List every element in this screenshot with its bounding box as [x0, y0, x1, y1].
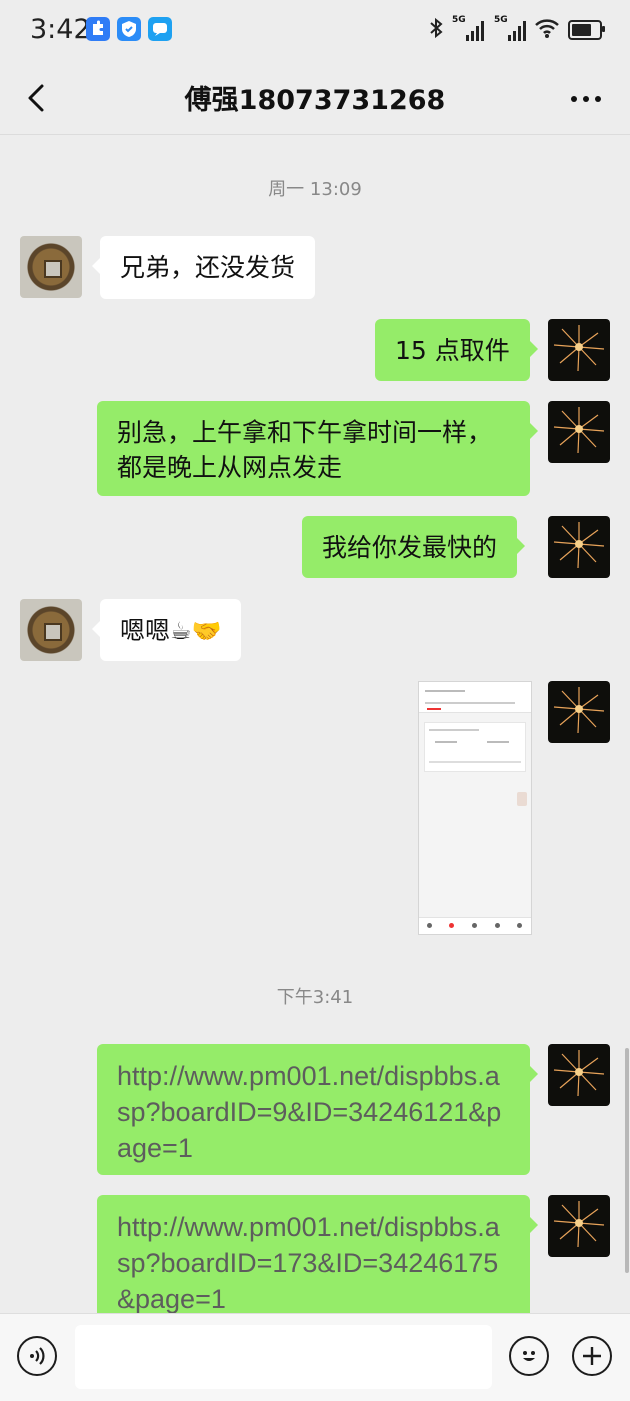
image-message-thumbnail[interactable]	[418, 681, 532, 935]
my-avatar[interactable]	[548, 516, 610, 578]
my-avatar[interactable]	[548, 1044, 610, 1106]
scrollbar[interactable]	[625, 1048, 629, 1273]
shield-app-icon	[117, 17, 141, 41]
add-attachment-button[interactable]	[572, 1336, 612, 1376]
signal-icon: 5G	[494, 15, 526, 41]
battery-icon	[568, 20, 605, 40]
message-input[interactable]	[75, 1325, 492, 1389]
my-avatar[interactable]	[548, 1195, 610, 1257]
message-text: 嗯嗯	[120, 616, 171, 645]
voice-input-button[interactable]	[17, 1336, 57, 1376]
message-text-line: 都是晚上从网点发走	[117, 453, 343, 482]
bluetooth-icon	[428, 16, 444, 44]
input-bar	[0, 1313, 630, 1401]
more-options-button[interactable]	[568, 84, 604, 114]
chat-title: 傅强18073731268	[184, 85, 446, 116]
coffee-handshake-emoji-icon: ☕🤝	[170, 617, 222, 645]
emoji-button[interactable]	[509, 1336, 549, 1376]
message-bubble[interactable]: 兄弟，还没发货	[91, 236, 316, 299]
message-bubble[interactable]: 别急，上午拿和下午拿时间一样， 都是晚上从网点发走	[97, 401, 538, 496]
chat-header: 傅强18073731268	[0, 62, 630, 135]
wifi-icon	[534, 17, 560, 43]
signal-icon: 5G	[452, 15, 484, 41]
link-message-bubble[interactable]: http://www.pm001.net/dispbbs.asp?boardID…	[97, 1195, 538, 1313]
puzzle-app-icon	[86, 17, 110, 41]
message-bubble[interactable]: 我给你发最快的	[302, 516, 526, 578]
link-message-bubble[interactable]: http://www.pm001.net/dispbbs.asp?boardID…	[97, 1044, 538, 1175]
message-list[interactable]: 周一 13:09 兄弟，还没发货 15 点取件 别急，上午拿和下午拿时间一样， …	[0, 135, 630, 1313]
status-time: 3:42	[30, 14, 91, 45]
contact-avatar[interactable]	[20, 236, 82, 298]
my-avatar[interactable]	[548, 401, 610, 463]
message-bubble[interactable]: 15 点取件	[375, 319, 538, 381]
message-text-line: 别急，上午拿和下午拿时间一样，	[117, 418, 493, 447]
message-app-icon	[148, 17, 172, 41]
message-timestamp: 周一 13:09	[268, 179, 362, 200]
my-avatar[interactable]	[548, 681, 610, 743]
status-bar: 3:42 5G 5G	[0, 0, 630, 62]
status-indicators: 5G 5G	[428, 14, 605, 46]
contact-avatar[interactable]	[20, 599, 82, 661]
message-timestamp: 下午3:41	[276, 987, 354, 1008]
message-bubble[interactable]: 嗯嗯☕🤝	[91, 599, 242, 661]
my-avatar[interactable]	[548, 319, 610, 381]
